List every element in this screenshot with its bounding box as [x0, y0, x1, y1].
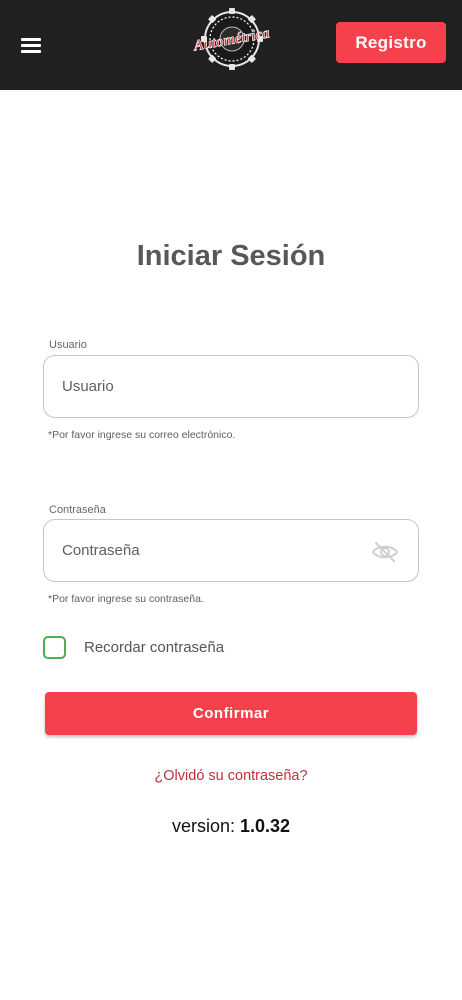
version-prefix: version: — [171, 816, 235, 836]
forgot-password-link[interactable]: ¿Olvidó su contraseña? — [0, 768, 462, 784]
confirm-button[interactable]: Confirmar — [45, 692, 417, 735]
remember-password-row[interactable]: Recordar contraseña — [43, 634, 224, 660]
username-input[interactable] — [44, 356, 418, 417]
hamburger-menu-icon[interactable] — [18, 34, 44, 56]
remember-password-label[interactable]: Recordar contraseña — [84, 639, 224, 656]
version-number: 1.0.32 — [240, 816, 291, 836]
password-field — [43, 519, 419, 582]
remember-password-checkbox[interactable] — [43, 635, 66, 659]
username-field — [43, 355, 419, 418]
eye-off-icon[interactable] — [371, 540, 399, 564]
app-version: version: 1.0.32 — [0, 816, 462, 837]
password-input[interactable] — [44, 520, 418, 581]
top-app-bar: Autométrica Registro — [0, 0, 462, 90]
password-hint: *Por favor ingrese su contraseña. — [48, 593, 204, 605]
page-title: Iniciar Sesión — [136, 240, 326, 272]
password-label: Contraseña — [49, 504, 106, 516]
register-button[interactable]: Registro — [336, 22, 446, 63]
username-hint: *Por favor ingrese su correo electrónico… — [48, 429, 236, 441]
username-label: Usuario — [49, 339, 87, 351]
brand-logo[interactable]: Autométrica — [188, 8, 276, 74]
